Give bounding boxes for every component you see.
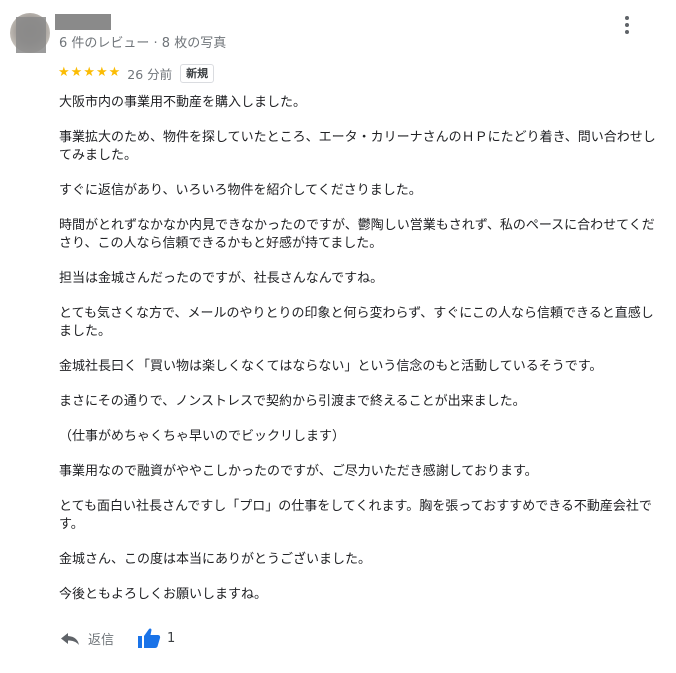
review-text: 大阪市内の事業用不動産を購入しました。事業拡大のため、物件を探していたところ、エ… — [59, 94, 659, 621]
review-card: 6 件のレビュー · 8 枚の写真 ★ ★ ★ ★ ★ 26 分前 新規 大阪市… — [0, 0, 676, 673]
review-paragraph: （仕事がめちゃくちゃ早いのでビックリします） — [59, 429, 346, 444]
thumbs-up-icon — [138, 628, 161, 648]
reply-icon — [61, 633, 79, 645]
review-paragraph: 担当は金城さんだったのですが、社長さんなんですね。 — [59, 271, 384, 286]
reply-button[interactable]: 返信 — [60, 629, 114, 648]
star-icon: ★ — [83, 65, 95, 80]
reviewer-name-redacted[interactable] — [55, 14, 111, 30]
review-paragraph: 時間がとれずなかなか内見できなかったのですが、鬱陶しい営業もされず、私のペースに… — [59, 218, 655, 251]
review-paragraph: 事業拡大のため、物件を探していたところ、エータ・カリーナさんのＨＰにたどり着き、… — [59, 130, 656, 163]
star-icon: ★ — [108, 65, 121, 80]
star-icon: ★ — [70, 65, 83, 80]
review-paragraph: とても面白い社長さんですし「プロ」の仕事をしてくれます。胸を張っておすすめできる… — [59, 499, 652, 532]
review-paragraph: とても気さくな方で、メールのやりとりの印象と何ら変わらず、すぐにこの人なら信頼で… — [59, 306, 654, 339]
reply-label: 返信 — [88, 632, 115, 648]
rating-row: ★ ★ ★ ★ ★ 26 分前 新規 — [58, 63, 215, 83]
review-time: 26 分前 — [127, 66, 173, 82]
review-paragraph: 大阪市内の事業用不動産を購入しました。 — [59, 95, 307, 110]
review-paragraph: すぐに返信があり、いろいろ物件を紹介してくださりました。 — [59, 183, 422, 198]
like-count: 1 — [167, 630, 176, 646]
review-actions: 返信 1 — [60, 626, 175, 650]
star-rating: ★ ★ ★ ★ ★ — [58, 66, 120, 80]
reviewer-avatar[interactable] — [10, 13, 50, 53]
reviewer-meta: 6 件のレビュー · 8 枚の写真 — [59, 36, 227, 51]
more-options-button[interactable] — [616, 14, 638, 40]
star-icon: ★ — [58, 65, 70, 80]
review-paragraph: 金城さん、この度は本当にありがとうございました。 — [59, 552, 372, 567]
review-paragraph: 事業用なので融資がややこしかったのですが、ご尽力いただき感謝しております。 — [59, 464, 538, 479]
new-badge: 新規 — [180, 63, 215, 83]
more-vert-icon — [625, 16, 629, 20]
star-icon: ★ — [95, 65, 108, 80]
avatar-redaction — [16, 17, 46, 53]
review-paragraph: まさにその通りで、ノンストレスで契約から引渡まで終えることが出来ました。 — [59, 394, 526, 409]
like-button[interactable]: 1 — [137, 627, 175, 649]
review-paragraph: 金城社長曰く「買い物は楽しくなくてはならない」という信念のもと活動しているそうで… — [59, 359, 603, 374]
review-paragraph: 今後ともよろしくお願いしますね。 — [59, 587, 268, 602]
